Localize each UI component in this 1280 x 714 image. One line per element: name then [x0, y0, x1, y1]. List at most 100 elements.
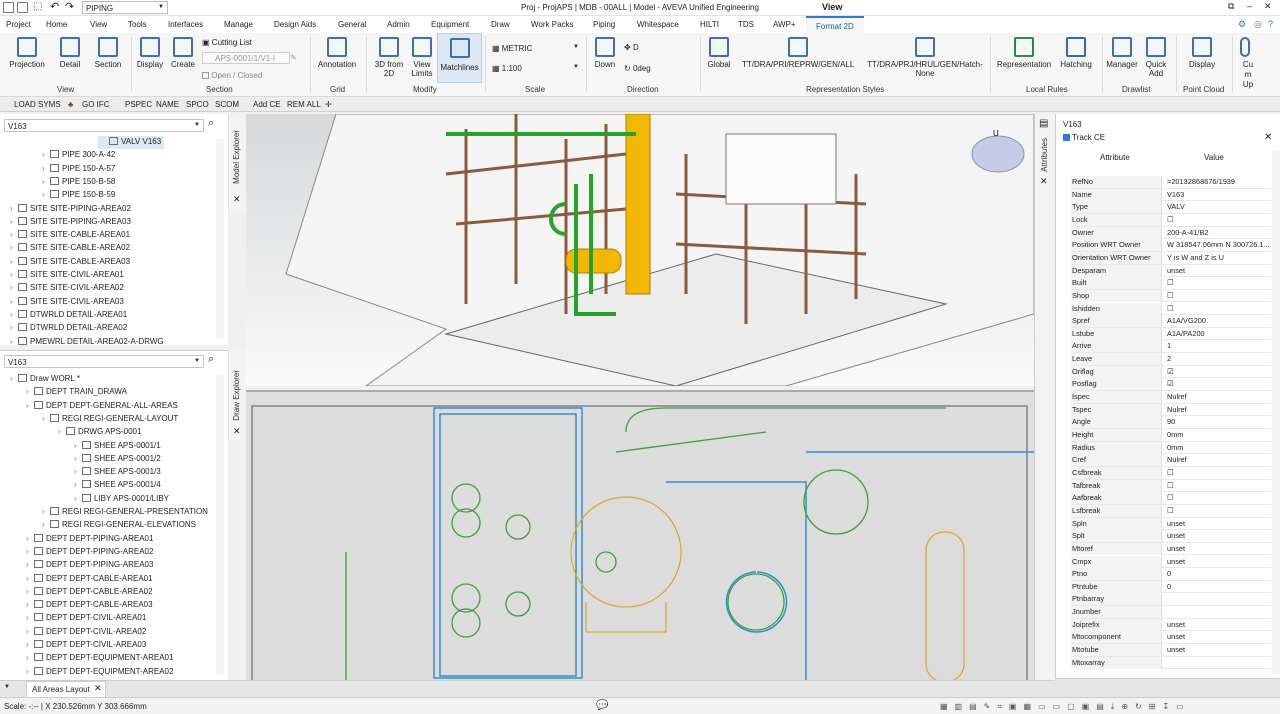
tree-item[interactable]: › REGI REGI-GENERAL-PRESENTATION	[42, 506, 208, 519]
attribute-row[interactable]: Position WRT Owner W 318547.06mm N 300726…	[1071, 239, 1271, 252]
tab-menu-icon[interactable]: ▼	[4, 684, 10, 690]
attribute-value[interactable]: V163	[1163, 189, 1271, 201]
attribute-row[interactable]: Ptntube 0	[1071, 580, 1271, 594]
status-toolbar[interactable]: ▦▥▤✎⌗▣▦▭▭▢▣▤⤓⊕↻⊞↧▭	[940, 702, 1275, 712]
attribute-row[interactable]: Lock ☐	[1071, 213, 1271, 227]
attribute-row[interactable]: Joiprefix unset	[1071, 618, 1271, 632]
scrollbar[interactable]	[216, 375, 224, 675]
rem-all-button[interactable]: REM ALL	[287, 100, 321, 109]
tree-item[interactable]: › SITE SITE-CIVIL-AREA01	[10, 269, 124, 282]
attribute-row[interactable]: Mtotube unset	[1071, 644, 1271, 657]
scrollbar[interactable]	[216, 139, 224, 339]
restore-icon[interactable]: ⧉	[1228, 1, 1234, 12]
chevron-right-icon[interactable]: ›	[26, 386, 34, 398]
tree-item[interactable]: › DEPT DEPT-CIVIL-AREA02	[26, 626, 146, 639]
attribute-value[interactable]: unset	[1163, 619, 1271, 631]
model-explorer-search[interactable]: V163 ▼	[4, 119, 204, 132]
cut-button[interactable]: Cu m Up	[1240, 35, 1256, 90]
display-button[interactable]: Display	[134, 35, 166, 69]
attribute-row[interactable]: Csfbreak ☐	[1071, 466, 1271, 480]
3d-model-viewport[interactable]: U	[246, 113, 1035, 387]
attribute-value[interactable]: Nulref	[1163, 391, 1271, 403]
chevron-right-icon[interactable]: ›	[42, 149, 50, 161]
view-direction-button[interactable]: Down	[590, 35, 620, 69]
chevron-right-icon[interactable]: ›	[26, 546, 34, 558]
tree-item[interactable]: › DEPT DEPT-GENERAL-ALL-AREAS	[26, 400, 178, 413]
attribute-value[interactable]: ☐	[1163, 277, 1271, 289]
attribute-value[interactable]: Nulref	[1163, 404, 1271, 416]
attribute-row[interactable]: Posflag ☑	[1071, 378, 1271, 392]
attribute-value[interactable]: VALV	[1163, 201, 1271, 213]
tree-item[interactable]: › SITE SITE-PIPING-AREA03	[10, 216, 131, 229]
search-icon[interactable]: ◎	[1254, 19, 1262, 30]
attribute-value[interactable]	[1163, 593, 1271, 605]
menu-admin[interactable]: Admin	[387, 20, 410, 29]
tree-item[interactable]: › DTWRLD DETAIL-AREA02	[10, 322, 127, 335]
attribute-value[interactable]: 2	[1163, 353, 1271, 365]
attribute-value[interactable]: Y is W and Z is U	[1163, 252, 1271, 264]
manager-button[interactable]: Manager	[1104, 35, 1140, 69]
chevron-right-icon[interactable]: ›	[74, 453, 82, 465]
chevron-right-icon[interactable]: ›	[42, 506, 50, 518]
attribute-value[interactable]: unset	[1163, 265, 1271, 277]
menu-equipment[interactable]: Equipment	[431, 20, 469, 29]
attribute-value[interactable]: unset	[1163, 631, 1271, 643]
chevron-right-icon[interactable]: ›	[26, 639, 34, 651]
chevron-right-icon[interactable]: ›	[74, 493, 82, 505]
annotation-button[interactable]: Annotation	[314, 35, 360, 69]
3d-from-2d-button[interactable]: 3D from 2D	[370, 35, 408, 78]
representation-button[interactable]: Representation	[996, 35, 1052, 69]
attribute-row[interactable]: Ishidden ☐	[1071, 302, 1271, 316]
attribute-row[interactable]: Orientation WRT Owner Y is W and Z is U	[1071, 251, 1271, 265]
attribute-value[interactable]: Nulref	[1163, 454, 1271, 466]
quick-add-button[interactable]: Quick Add	[1142, 35, 1170, 78]
attribute-value[interactable]: A1A/VG200	[1163, 315, 1271, 327]
menu-whitespace[interactable]: Whitespace	[637, 20, 679, 29]
direction-d-field[interactable]: ✥ D	[624, 43, 639, 52]
view-limits-button[interactable]: View Limits	[408, 35, 436, 78]
tree-item[interactable]: › REGI REGI-GENERAL-ELEVATIONS	[42, 519, 196, 532]
pin-icon[interactable]: ✎	[290, 53, 297, 62]
chevron-right-icon[interactable]: ›	[74, 466, 82, 478]
chevron-right-icon[interactable]: ›	[10, 203, 18, 215]
attribute-row[interactable]: Type VALV	[1071, 201, 1271, 214]
chevron-right-icon[interactable]: ›	[10, 336, 18, 348]
attribute-value[interactable]: ☐	[1163, 480, 1271, 492]
search-icon[interactable]: ⌕	[208, 353, 214, 366]
tree-item[interactable]: › DEPT DEPT-CABLE-AREA01	[26, 573, 153, 586]
attribute-row[interactable]: Lstube A1A/PA200	[1071, 327, 1271, 341]
menu-format-2d[interactable]: Format 2D	[806, 16, 864, 33]
tree-item[interactable]: › DRWG APS-0001	[58, 426, 141, 439]
tree-item[interactable]: › DEPT DEPT-PIPING-AREA02	[26, 546, 153, 559]
tree-item[interactable]: › Draw WORL *	[10, 373, 80, 386]
info-icon[interactable]: ?	[1268, 19, 1273, 29]
menu-awp[interactable]: AWP+	[773, 20, 796, 29]
attribute-row[interactable]: Shop ☐	[1071, 289, 1271, 303]
model-explorer-side-tab[interactable]: Model Explorer ✕	[228, 114, 246, 211]
chevron-right-icon[interactable]: ›	[42, 176, 50, 188]
matchlines-button[interactable]: Matchlines	[437, 33, 482, 83]
create-button[interactable]: Create	[168, 35, 198, 69]
close-icon[interactable]: ✕	[1040, 176, 1048, 187]
rep-style-1-button[interactable]: TT/DRA/PRI/REPRW/GEN/ALL	[742, 35, 854, 69]
attribute-row[interactable]: Splt unset	[1071, 530, 1271, 543]
chevron-right-icon[interactable]: ›	[26, 400, 34, 412]
point-cloud-display-button[interactable]: Display	[1184, 35, 1220, 69]
chevron-right-icon[interactable]: ›	[42, 189, 50, 201]
2d-drawing-viewport[interactable]	[246, 390, 1034, 683]
menu-manage[interactable]: Manage	[224, 20, 253, 29]
draw-explorer-search[interactable]: V163 ▼	[4, 355, 204, 368]
attribute-value[interactable]: ☑	[1163, 366, 1271, 378]
tree-item[interactable]: › SITE SITE-CABLE-AREA02	[10, 242, 130, 255]
attribute-value[interactable]: =20132868676/1939	[1163, 176, 1271, 188]
help-icon[interactable]: ⚙	[1238, 19, 1246, 30]
chevron-right-icon[interactable]: ›	[42, 413, 50, 425]
section-button[interactable]: Section	[90, 35, 126, 69]
menu-tds[interactable]: TDS	[738, 20, 754, 29]
attribute-value[interactable]: ☐	[1163, 303, 1271, 315]
attribute-row[interactable]: Ptnbarray	[1071, 593, 1271, 607]
attribute-value[interactable]: unset	[1163, 543, 1271, 555]
tree-item[interactable]: › SITE SITE-CIVIL-AREA03	[10, 296, 124, 309]
attribute-value[interactable]	[1163, 606, 1271, 618]
menu-tools[interactable]: Tools	[128, 20, 147, 29]
